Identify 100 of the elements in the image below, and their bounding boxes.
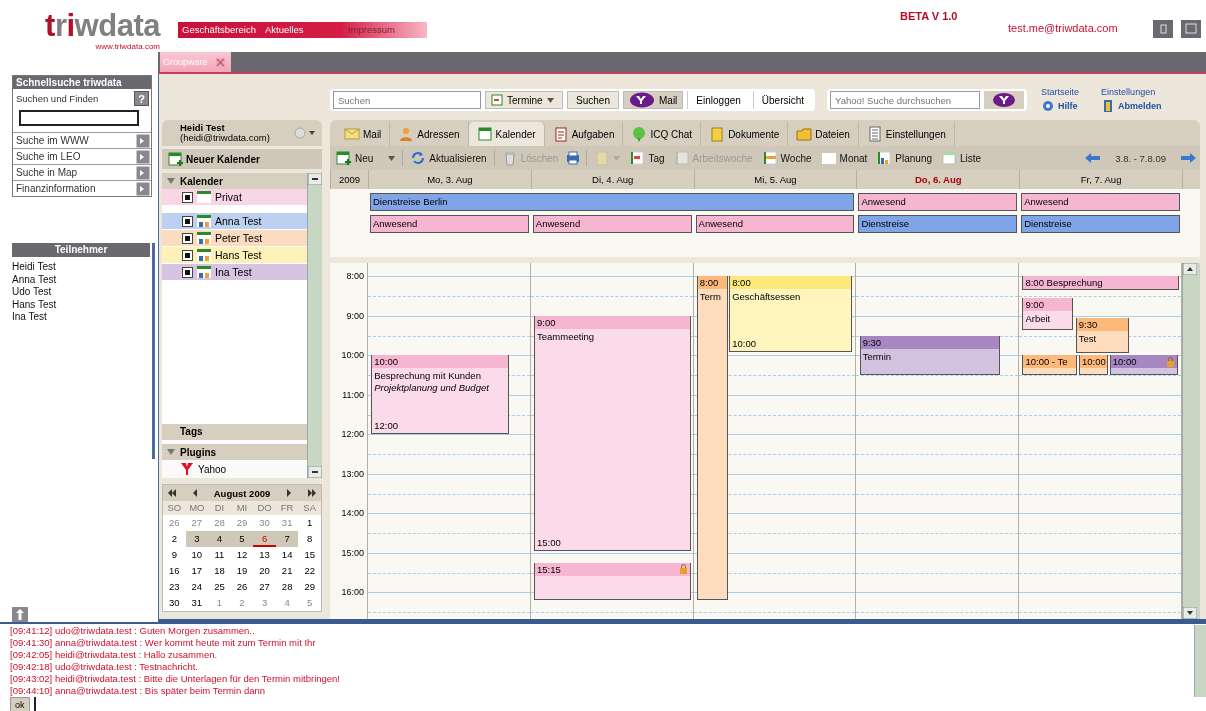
day-number[interactable]: 16 [163, 563, 186, 579]
header-link[interactable]: Startseite [1041, 87, 1080, 97]
last-page-icon[interactable] [307, 489, 317, 497]
window-maximize-icon[interactable] [1181, 20, 1201, 38]
arrow-right-icon[interactable] [136, 181, 150, 196]
day-number[interactable]: 3 [253, 595, 276, 611]
day-number[interactable]: 9 [163, 547, 186, 563]
printer-icon[interactable] [565, 150, 582, 166]
nav-link[interactable]: Aktuelles [261, 22, 344, 38]
account-menu-icon[interactable] [294, 127, 316, 139]
day-number[interactable]: 31 [275, 515, 299, 531]
collapse-arrow-icon[interactable] [167, 177, 175, 185]
collapse-arrow-icon[interactable] [167, 448, 175, 456]
day-number[interactable]: 2 [230, 595, 254, 611]
day-number[interactable]: 25 [208, 579, 231, 595]
calendar-row[interactable]: Anna Test [162, 213, 307, 229]
calendar-row[interactable]: Hans Test [162, 247, 307, 263]
toolbar-button[interactable]: Aktualisieren [408, 149, 489, 167]
calendar-event[interactable]: 9:30 Test [1075, 317, 1130, 354]
close-icon[interactable] [215, 57, 225, 67]
help-button[interactable]: ? [134, 91, 149, 106]
search-field[interactable]: Yahoo! Suche durchsuchen [830, 91, 981, 109]
arrow-right-icon[interactable] [136, 133, 150, 148]
day-number[interactable]: 26 [163, 515, 186, 531]
checkbox[interactable] [182, 249, 193, 261]
day-number[interactable]: 13 [253, 547, 276, 563]
day-number[interactable]: 27 [185, 515, 209, 531]
day-number[interactable]: 4 [208, 531, 231, 547]
day-number[interactable]: 24 [185, 579, 209, 595]
day-number[interactable]: 30 [253, 515, 276, 531]
day-number[interactable]: 22 [298, 563, 321, 579]
calendar-row[interactable]: Privat [162, 189, 307, 205]
day-number[interactable]: 26 [230, 579, 254, 595]
previous-arrow-icon[interactable] [1085, 152, 1102, 164]
day-number[interactable]: 21 [275, 563, 299, 579]
calendar-name[interactable]: Hans Test [215, 249, 262, 261]
day-number[interactable]: 28 [275, 579, 299, 595]
calendar-event[interactable]: 8:00 Geschäftsessen 10:00 [729, 276, 853, 353]
new-button[interactable]: Neu [334, 149, 398, 167]
day-number[interactable]: 20 [253, 563, 276, 579]
arrow-right-icon[interactable] [136, 149, 150, 164]
day-number[interactable]: 15 [298, 547, 321, 563]
section-header[interactable]: Kalender [162, 173, 307, 189]
calendar-row[interactable]: Ina Test [162, 264, 307, 280]
search-field[interactable]: Suchen [333, 91, 481, 109]
view-button[interactable]: Woche [759, 149, 814, 167]
day-number[interactable]: 28 [208, 515, 231, 531]
checkbox[interactable] [182, 266, 193, 278]
calendar-event[interactable]: 10:00 [1079, 355, 1109, 376]
day-number[interactable]: 1 [208, 595, 231, 611]
calendar-event[interactable]: 15:15 [534, 562, 691, 601]
day-number[interactable]: 14 [275, 547, 299, 563]
logo-url[interactable]: www.triwdata.com [95, 42, 160, 51]
view-button[interactable]: Tag [627, 149, 667, 167]
all-day-event[interactable]: Anwesend [858, 193, 1018, 211]
header-link[interactable]: Einstellungen [1101, 87, 1162, 97]
day-number[interactable]: 2 [163, 531, 186, 547]
calendar-event[interactable]: 8:00 Term [696, 276, 728, 601]
help-link[interactable]: Hilfe [1058, 101, 1078, 111]
section-header[interactable]: Plugins [162, 444, 307, 460]
calendar-event[interactable]: 9:00 Arbeit [1022, 298, 1073, 330]
day-number[interactable]: 29 [230, 515, 254, 531]
all-day-event[interactable]: Anwesend [695, 215, 855, 233]
day-number[interactable]: 27 [253, 579, 276, 595]
participant-name[interactable]: Heidi Test [12, 261, 152, 274]
checkbox[interactable] [182, 191, 193, 203]
section-header[interactable]: Tags [162, 424, 307, 440]
day-number[interactable]: 5 [298, 595, 321, 611]
scrollbar[interactable] [307, 173, 322, 478]
calendar-event[interactable]: 10:00 [1109, 355, 1178, 376]
scope-dropdown[interactable]: Termine [485, 91, 563, 109]
checkbox[interactable] [182, 232, 193, 244]
day-number[interactable]: 31 [185, 595, 209, 611]
all-day-event[interactable]: Anwesend [532, 215, 692, 233]
new-calendar-button[interactable]: Neuer Kalender [162, 149, 322, 169]
day-number[interactable]: 7 [275, 531, 299, 547]
search-field[interactable] [19, 110, 139, 126]
day-number[interactable]: 3 [185, 531, 209, 547]
calendar-name[interactable]: Privat [215, 191, 242, 203]
all-day-event[interactable]: Dienstreise [858, 215, 1018, 233]
calendar-name[interactable]: Anna Test [215, 215, 262, 227]
day-number[interactable]: 17 [185, 563, 209, 579]
day-number[interactable]: 10 [185, 547, 209, 563]
day-number[interactable]: 6 [253, 531, 276, 547]
day-number[interactable]: 18 [208, 563, 231, 579]
checkbox[interactable] [182, 215, 193, 227]
upload-icon[interactable] [12, 607, 28, 622]
calendar-row[interactable]: Peter Test [162, 230, 307, 246]
calendar-event[interactable]: 10:00 - Te [1022, 355, 1078, 376]
calendar-event[interactable]: 9:00 Teammeeting 15:00 [534, 315, 691, 551]
window-restore-icon[interactable] [1153, 20, 1173, 38]
calendar-event[interactable]: 10:00 Besprechung mit Kunden Projektplanung und Budget 12:00 [371, 355, 509, 435]
view-button[interactable]: Planung [874, 149, 935, 167]
participant-name[interactable]: Anna Test [12, 273, 152, 286]
calendar-name[interactable]: Ina Test [215, 266, 252, 278]
search-link[interactable]: Suche im WWW [16, 135, 89, 146]
all-day-event[interactable]: Anwesend [370, 215, 529, 233]
search-button[interactable]: Suchen [567, 91, 619, 109]
day-number[interactable]: 23 [163, 579, 186, 595]
search-link[interactable]: Finanzinformation [16, 183, 96, 194]
